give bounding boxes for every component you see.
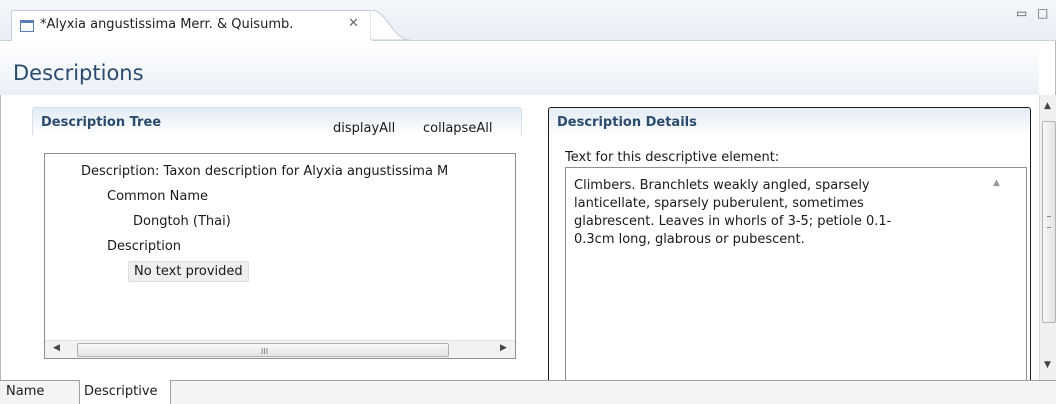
textarea-scroll-up-arrow-icon[interactable]: ▲ [993, 178, 1000, 188]
page-title: Descriptions [13, 61, 144, 85]
collapse-all-button[interactable]: collapseAll [423, 121, 492, 136]
form-header: Descriptions [0, 41, 1039, 95]
tree-horizontal-scrollbar[interactable]: ◀ III ▶ [45, 340, 515, 358]
tree-item-description-root[interactable]: Description: Taxon description for Alyxi… [81, 164, 448, 179]
descriptive-element-label: Text for this descriptive element: [565, 150, 780, 165]
close-icon[interactable]: ✕ [348, 16, 359, 31]
maximize-icon[interactable]: □ [1037, 6, 1048, 20]
descriptive-element-text: Climbers. Branchlets weakly angled, spar… [574, 177, 974, 249]
tree-item-common-name[interactable]: Common Name [107, 189, 208, 204]
scroll-grip: III [261, 347, 269, 356]
display-all-button[interactable]: displayAll [333, 121, 395, 136]
editor-tab-title: *Alyxia angustissima Merr. & Quisumb. [40, 17, 294, 32]
bottom-tab-bar: Name Descriptive [0, 380, 1056, 404]
scroll-left-arrow-icon[interactable]: ◀ [53, 343, 60, 353]
scroll-right-arrow-icon[interactable]: ▶ [500, 343, 507, 353]
scroll-grip-icon [1047, 216, 1051, 228]
description-tree-header: Description Tree displayAll collapseAll [32, 107, 522, 136]
tab-name[interactable]: Name [2, 381, 48, 403]
tab-descriptive[interactable]: Descriptive [79, 380, 171, 404]
description-tree-title: Description Tree [41, 115, 162, 130]
description-tree[interactable]: Description: Taxon description for Alyxi… [44, 153, 516, 359]
tab-curve [370, 10, 410, 40]
form-vertical-scrollbar[interactable]: ▲ ▼ [1039, 95, 1056, 380]
descriptive-element-text-area[interactable]: Climbers. Branchlets weakly angled, spar… [565, 167, 1027, 381]
scroll-up-arrow-icon[interactable]: ▲ [1044, 101, 1051, 111]
text-line: glabrescent. Leaves in whorls of 3-5; pe… [574, 214, 892, 229]
scroll-down-arrow-icon[interactable]: ▼ [1044, 360, 1051, 370]
minimize-icon[interactable]: ▭ [1016, 6, 1027, 20]
editor-icon [20, 20, 34, 32]
text-line: Climbers. Branchlets weakly angled, spar… [574, 178, 870, 193]
vertical-scroll-thumb[interactable] [1042, 121, 1056, 323]
description-details-title: Description Details [557, 115, 697, 130]
text-line: lanticellate, sparsely puberulent, somet… [574, 196, 864, 211]
tree-item-common-name-value[interactable]: Dongtoh (Thai) [133, 214, 231, 229]
tree-item-description[interactable]: Description [107, 239, 181, 254]
description-details-header: Description Details [549, 108, 1030, 136]
editor-tab[interactable]: *Alyxia angustissima Merr. & Quisumb. ✕ [11, 10, 373, 41]
tree-item-no-text-provided[interactable]: No text provided [128, 261, 249, 282]
text-line: 0.3cm long, glabrous or pubescent. [574, 232, 805, 247]
editor-tab-bar: *Alyxia angustissima Merr. & Quisumb. ✕ … [0, 0, 1056, 41]
horizontal-scroll-thumb[interactable]: III [77, 343, 449, 357]
